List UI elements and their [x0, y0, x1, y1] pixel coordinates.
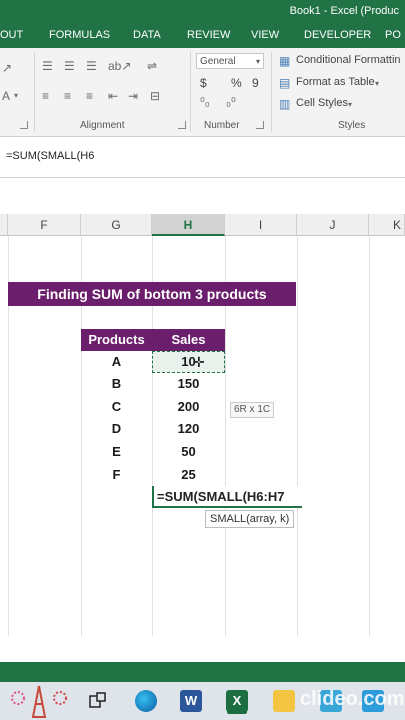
group-divider [271, 52, 272, 132]
number-launcher-icon[interactable] [256, 121, 264, 129]
sales-cell[interactable]: 50 [152, 441, 225, 463]
merge-center-icon[interactable]: ⊟ [150, 90, 160, 102]
column-header-j[interactable]: J [297, 214, 369, 236]
decrease-decimal-icon[interactable]: ₀⁰ [226, 96, 236, 108]
currency-button[interactable]: $ [200, 76, 207, 90]
align-middle-icon[interactable]: ☰ [64, 60, 75, 72]
align-right-icon[interactable]: ≡ [86, 90, 93, 102]
conditional-formatting-button[interactable]: Conditional Formattin [296, 54, 401, 66]
column-header-g[interactable]: G [81, 214, 152, 236]
tab-data[interactable]: DATA [133, 29, 161, 41]
percent-button[interactable]: % [231, 76, 242, 90]
tab-view[interactable]: VIEW [251, 29, 279, 41]
decrease-indent-icon[interactable]: ⇤ [108, 90, 118, 102]
dropdown-icon[interactable]: ▾ [14, 90, 18, 102]
column-header-i[interactable]: I [225, 214, 297, 236]
tab-page-layout[interactable]: OUT [0, 29, 23, 41]
selection-size-hint: 6R x 1C [230, 402, 275, 418]
file-explorer-icon[interactable] [273, 690, 295, 712]
conditional-formatting-icon[interactable]: ▦ [279, 55, 290, 67]
column-header-k[interactable]: K [369, 214, 405, 236]
sales-cell[interactable]: 150 [152, 373, 225, 395]
product-cell[interactable]: D [81, 418, 152, 440]
product-cell[interactable]: C [81, 396, 152, 418]
align-left-icon[interactable]: ≡ [42, 90, 49, 102]
font-launcher-icon[interactable] [20, 121, 28, 129]
tab-power[interactable]: PO [385, 29, 401, 41]
increase-decimal-icon[interactable]: ⁰₀ [200, 96, 210, 108]
orientation-icon[interactable]: ↗ [2, 62, 12, 74]
wrap-text-icon[interactable]: ⇌ [147, 60, 157, 72]
number-format-select[interactable]: General ▾ [196, 53, 264, 69]
title-banner[interactable]: Finding SUM of bottom 3 products [8, 282, 296, 306]
word-icon[interactable]: W [180, 690, 202, 712]
excel-icon[interactable]: X [226, 690, 248, 712]
sales-cell[interactable]: 120 [152, 418, 225, 440]
group-divider [34, 52, 35, 132]
number-group-label: Number [204, 120, 240, 131]
products-header-cell[interactable]: Products [81, 329, 152, 351]
increase-indent-icon[interactable]: ⇥ [128, 90, 138, 102]
tab-developer[interactable]: DEVELOPER [304, 29, 371, 41]
align-bottom-icon[interactable]: ☰ [86, 60, 97, 72]
product-cell[interactable]: F [81, 464, 152, 486]
window-title: Book1 - Excel (Produc [289, 5, 399, 17]
watermark: clideo.com [300, 688, 405, 710]
sales-cell[interactable]: 25 [152, 464, 225, 486]
column-header-h[interactable]: H [152, 214, 225, 236]
font-color-icon[interactable]: A [2, 90, 10, 102]
tab-review[interactable]: REVIEW [187, 29, 230, 41]
gridline [297, 236, 298, 636]
formula-bar-content[interactable]: =SUM(SMALL(H6 [6, 150, 94, 162]
column-header-e[interactable] [0, 214, 8, 236]
column-header-f[interactable]: F [8, 214, 81, 236]
product-cell[interactable]: B [81, 373, 152, 395]
gridline [369, 236, 370, 636]
eiffel-tower-icon [11, 685, 67, 718]
align-center-icon[interactable]: ≡ [64, 90, 71, 102]
group-divider [190, 52, 191, 132]
align-top-icon[interactable]: ☰ [42, 60, 53, 72]
cell-styles-button[interactable]: Cell Styles [296, 97, 348, 109]
orientation-text-icon[interactable]: ab↗ [108, 60, 131, 72]
sales-cell[interactable]: 10 [152, 351, 225, 373]
product-cell[interactable]: E [81, 441, 152, 463]
styles-group-label: Styles [338, 120, 366, 131]
edge-browser-icon[interactable] [135, 690, 157, 712]
status-bar [0, 662, 405, 682]
function-tooltip[interactable]: SMALL(array, k) [205, 510, 295, 528]
tab-formulas[interactable]: FORMULAS [49, 29, 110, 41]
comma-button[interactable]: 9 [252, 76, 259, 90]
ribbon: ↗ A ▾ ☰ ☰ ☰ ab↗ ⇌ ≡ ≡ ≡ ⇤ ⇥ ⊟ Alignment … [0, 48, 405, 137]
cell-styles-icon[interactable]: ▥ [279, 98, 290, 110]
alignment-launcher-icon[interactable] [178, 121, 186, 129]
sales-header-cell[interactable]: Sales [152, 329, 225, 351]
format-as-table-icon[interactable]: ▤ [279, 77, 290, 89]
active-edit-cell[interactable]: =SUM(SMALL(H6:H7 [152, 486, 302, 508]
mouse-cursor-icon: ✛ [193, 354, 205, 370]
sales-cell[interactable]: 200 [152, 396, 225, 418]
taskbar: W X clideo.com [0, 682, 405, 720]
ribbon-tabs: OUT FORMULAS DATA REVIEW VIEW DEVELOPER … [0, 22, 405, 48]
chevron-down-icon[interactable]: ▾ [375, 78, 379, 90]
number-format-value: General [200, 56, 236, 67]
alignment-group-label: Alignment [80, 120, 125, 131]
product-cell[interactable]: A [81, 351, 152, 373]
chevron-down-icon[interactable]: ▾ [348, 99, 352, 111]
chevron-down-icon: ▾ [255, 57, 260, 66]
formula-bar[interactable]: =SUM(SMALL(H6 [0, 137, 405, 178]
title-bar: Book1 - Excel (Produc [0, 0, 405, 22]
task-view-icon[interactable] [86, 690, 108, 712]
format-as-table-button[interactable]: Format as Table [296, 76, 375, 88]
